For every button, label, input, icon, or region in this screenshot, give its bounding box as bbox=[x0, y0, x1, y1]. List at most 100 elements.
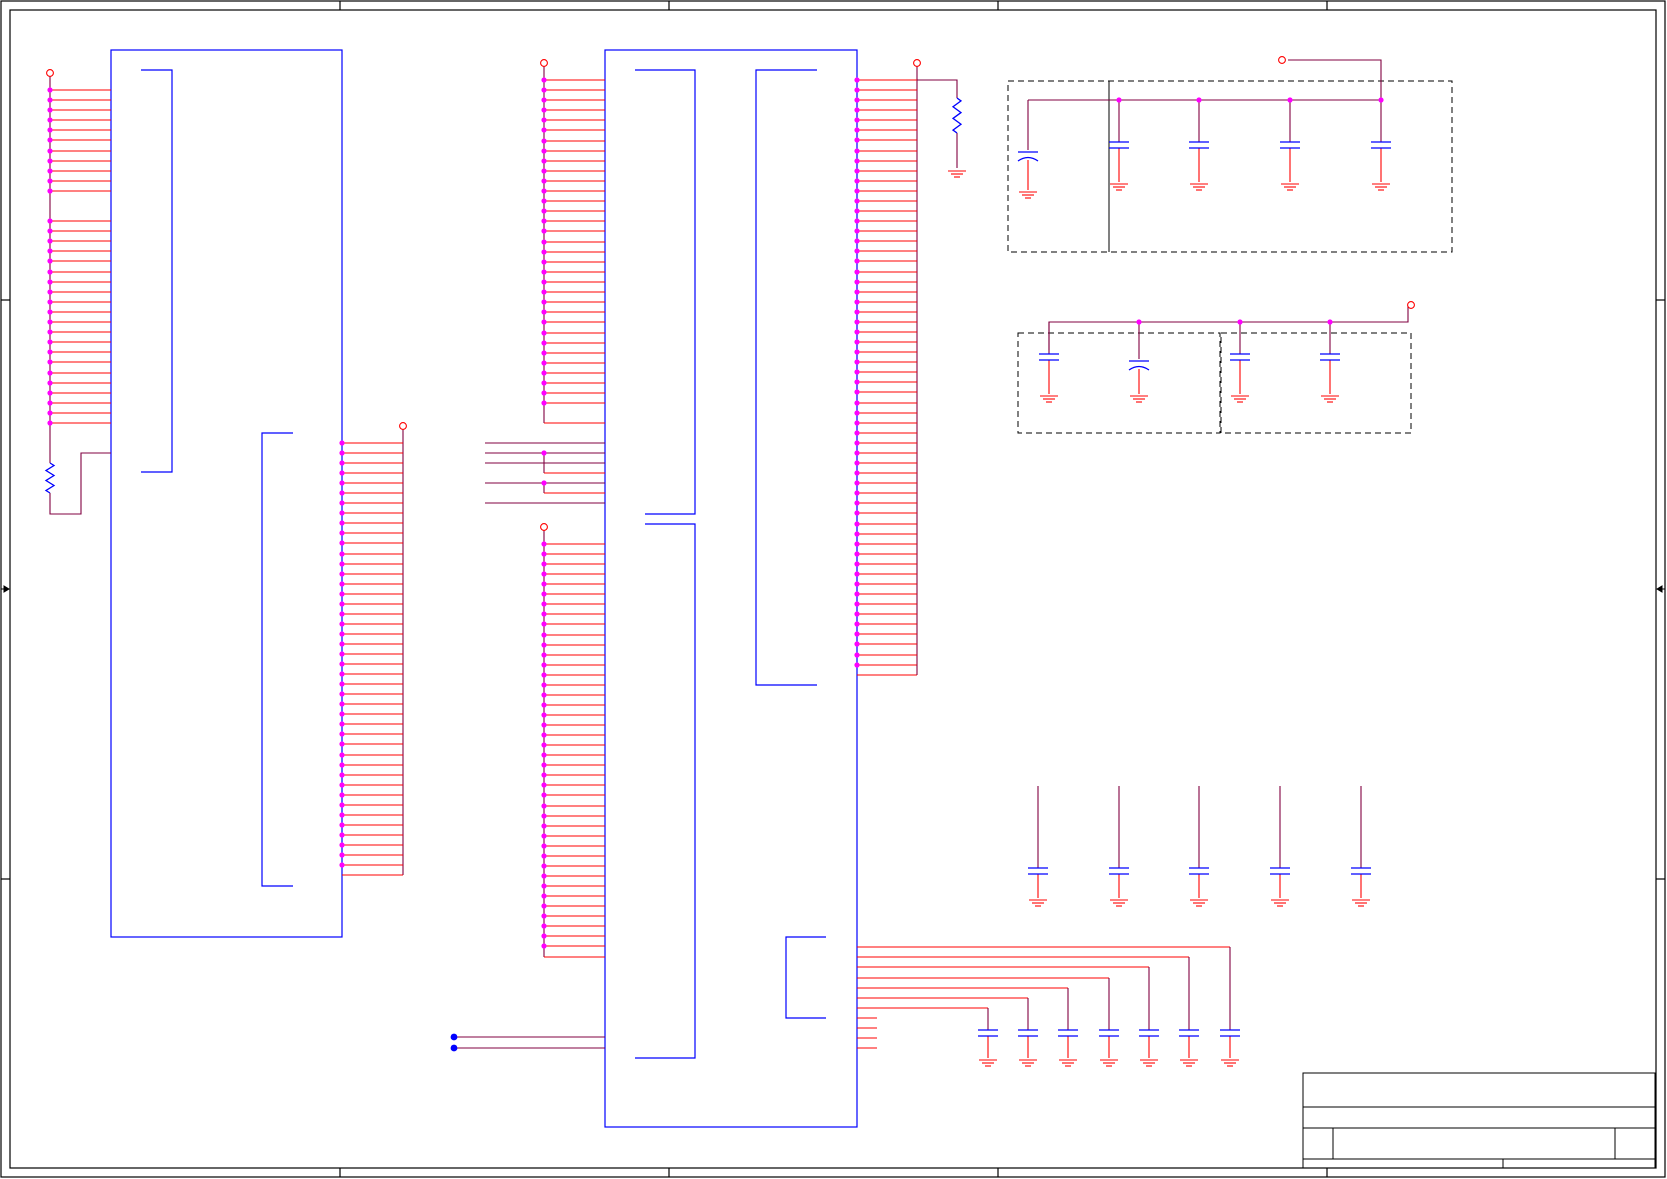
junction-dot-icon bbox=[1378, 97, 1384, 103]
ground-icon bbox=[1180, 1059, 1198, 1067]
junction-dot-icon bbox=[339, 762, 345, 768]
junction-dot-icon bbox=[541, 350, 547, 356]
capacitor-icon bbox=[1139, 1029, 1159, 1037]
ground-icon bbox=[1231, 395, 1249, 403]
junction-dot-icon bbox=[854, 591, 860, 597]
junction-dot-icon bbox=[339, 510, 345, 516]
junction-dot-icon bbox=[47, 410, 53, 416]
junction-dot-icon bbox=[854, 389, 860, 395]
junction-dot-icon bbox=[854, 450, 860, 456]
ground-icon bbox=[1190, 899, 1208, 907]
junction-dot-icon bbox=[854, 269, 860, 275]
junction-dot-icon bbox=[47, 218, 53, 224]
junction-dot-icon bbox=[541, 239, 547, 245]
junction-dot-icon bbox=[339, 450, 345, 456]
junction-dot-icon bbox=[854, 561, 860, 567]
off-sheet-port-icon bbox=[450, 1033, 458, 1041]
junction-dot-icon bbox=[541, 762, 547, 768]
junction-dot-icon bbox=[339, 581, 345, 587]
junction-dot-icon bbox=[339, 480, 345, 486]
junction-dot-icon bbox=[541, 933, 547, 939]
junction-dot-icon bbox=[541, 279, 547, 285]
junction-dot-icon bbox=[339, 741, 345, 747]
junction-dot-icon bbox=[541, 642, 547, 648]
junction-dot-icon bbox=[854, 662, 860, 668]
junction-dot-icon bbox=[541, 561, 547, 567]
junction-dot-icon bbox=[541, 863, 547, 869]
junction-dot-icon bbox=[854, 571, 860, 577]
junction-dot-icon bbox=[339, 591, 345, 597]
ground-icon bbox=[1040, 395, 1058, 403]
junction-dot-icon bbox=[541, 249, 547, 255]
junction-dot-icon bbox=[541, 581, 547, 587]
junction-dot-icon bbox=[541, 450, 547, 456]
junction-dot-icon bbox=[541, 97, 547, 103]
junction-dot-icon bbox=[541, 480, 547, 486]
resistor-icon bbox=[951, 97, 963, 134]
junction-dot-icon bbox=[47, 339, 53, 345]
junction-dot-icon bbox=[854, 601, 860, 607]
capacitor-icon bbox=[1189, 867, 1209, 875]
junction-dot-icon bbox=[541, 813, 547, 819]
capacitor-icon bbox=[1109, 867, 1129, 875]
junction-dot-icon bbox=[854, 258, 860, 264]
resistor-net bbox=[49, 452, 111, 515]
junction-dot-icon bbox=[541, 390, 547, 396]
junction-dot-icon bbox=[47, 117, 53, 123]
symbols bbox=[44, 56, 1415, 1067]
capacitor-icon bbox=[1099, 1029, 1119, 1037]
ground-icon bbox=[1372, 183, 1390, 191]
junction-dot-icon bbox=[339, 711, 345, 717]
left-connector bbox=[110, 49, 343, 938]
ground-icon bbox=[1130, 395, 1148, 403]
wires bbox=[49, 59, 1409, 1058]
junction-dot-icon bbox=[339, 551, 345, 557]
off-sheet-port-icon bbox=[450, 1044, 458, 1052]
main-ic bbox=[604, 49, 858, 1128]
junction-dot-icon bbox=[541, 883, 547, 889]
junction-dot-icon bbox=[541, 330, 547, 336]
junction-dot-icon bbox=[854, 379, 860, 385]
capacitor-icon bbox=[1351, 867, 1371, 875]
junction-dot-icon bbox=[339, 792, 345, 798]
junction-dot-icon bbox=[541, 551, 547, 557]
ground-icon bbox=[1029, 899, 1047, 907]
junction-dot-icon bbox=[339, 681, 345, 687]
junction-dot-icon bbox=[541, 198, 547, 204]
junction-dot-icon bbox=[541, 893, 547, 899]
junction-dot-icon bbox=[854, 541, 860, 547]
junction-dot-icon bbox=[1327, 319, 1333, 325]
junction-dot-icon bbox=[854, 369, 860, 375]
junction-dot-icon bbox=[854, 117, 860, 123]
junction-dot-icon bbox=[47, 168, 53, 174]
junction-dot-icon bbox=[339, 460, 345, 466]
junction-dot-icon bbox=[854, 309, 860, 315]
junction-dot-icon bbox=[541, 138, 547, 144]
junction-dot-icon bbox=[854, 238, 860, 244]
junction-dot-icon bbox=[47, 127, 53, 133]
junction-dot-icon bbox=[854, 289, 860, 295]
junction-dot-icon bbox=[47, 97, 53, 103]
junction-dot-icon bbox=[47, 319, 53, 325]
junction-dot-icon bbox=[854, 218, 860, 224]
capacitor-icon bbox=[1270, 867, 1290, 875]
junction-dot-icon bbox=[541, 792, 547, 798]
junction-dot-icon bbox=[47, 370, 53, 376]
junction-dot-icon bbox=[47, 258, 53, 264]
junction-dot-icon bbox=[1116, 97, 1122, 103]
junction-dot-icon bbox=[541, 672, 547, 678]
junction-dot-icon bbox=[541, 752, 547, 758]
schematic-sheet bbox=[0, 0, 1666, 1178]
junction-dot-icon bbox=[854, 400, 860, 406]
junction-dot-icon bbox=[339, 641, 345, 647]
junction-dot-icon bbox=[339, 701, 345, 707]
junction-dot-icon bbox=[541, 732, 547, 738]
junction-dot-icon bbox=[541, 370, 547, 376]
junction-dot-icon bbox=[854, 641, 860, 647]
junction-dot-icon bbox=[541, 148, 547, 154]
arrow-marker-icon bbox=[1, 585, 1665, 593]
ground-icon bbox=[1019, 191, 1037, 199]
junction-dot-icon bbox=[339, 671, 345, 677]
junction-dot-icon bbox=[854, 248, 860, 254]
junction-dot-icon bbox=[854, 107, 860, 113]
